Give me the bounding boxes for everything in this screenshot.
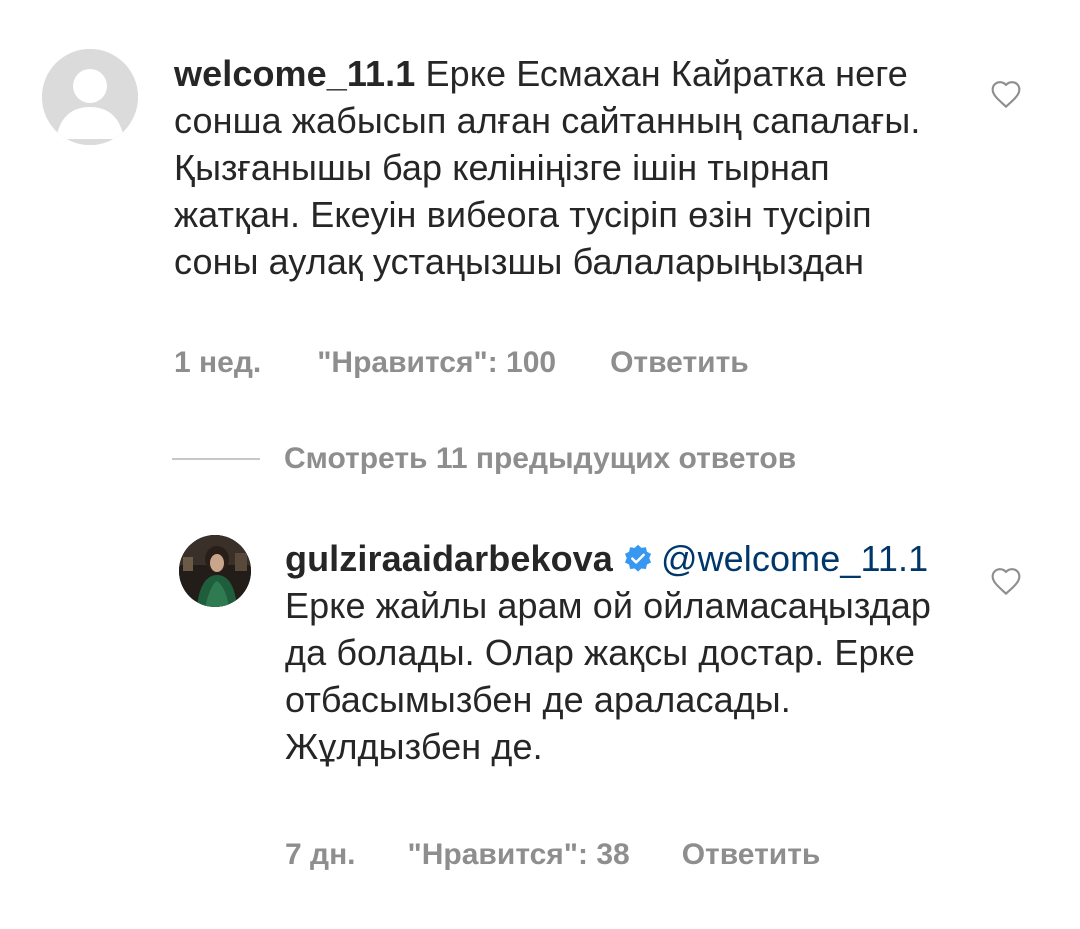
comment-time: 1 нед. <box>174 346 262 379</box>
view-replies-label: Смотреть 11 предыдущих ответов <box>284 442 797 475</box>
reply-time: 7 дн. <box>285 838 356 871</box>
divider-line <box>172 458 260 460</box>
view-previous-replies-button[interactable]: Смотреть 11 предыдущих ответов <box>172 442 796 476</box>
reply-meta: 7 дн. "Нравится": 38 Ответить <box>285 838 820 872</box>
comment-meta: 1 нед. "Нравится": 100 Ответить <box>174 346 749 380</box>
heart-outline-icon[interactable] <box>990 79 1022 109</box>
verified-badge-icon <box>624 544 651 572</box>
comment-username[interactable]: welcome_11.1 <box>174 53 415 94</box>
heart-outline-icon[interactable] <box>990 566 1022 596</box>
comment-text: welcome_11.1 Ерке Есмахан Кайратка неге … <box>174 50 944 285</box>
reply-button[interactable]: Ответить <box>610 346 749 380</box>
avatar[interactable] <box>179 535 251 607</box>
profile-photo <box>179 535 251 607</box>
reply-username[interactable]: gulziraaidarbekova <box>285 538 613 579</box>
reply-likes[interactable]: "Нравится": 38 <box>408 838 630 872</box>
reply-message: Ерке жайлы арам ой ойламасаңыздар да бол… <box>285 585 932 767</box>
default-user-icon <box>42 49 138 145</box>
mention-link[interactable]: @welcome_11.1 <box>661 538 928 579</box>
reply-text: gulziraaidarbekova @welcome_11.1 Ерке жа… <box>285 535 965 770</box>
avatar-default[interactable] <box>42 49 138 145</box>
reply-button[interactable]: Ответить <box>682 838 821 872</box>
comment-likes[interactable]: "Нравится": 100 <box>317 346 556 380</box>
